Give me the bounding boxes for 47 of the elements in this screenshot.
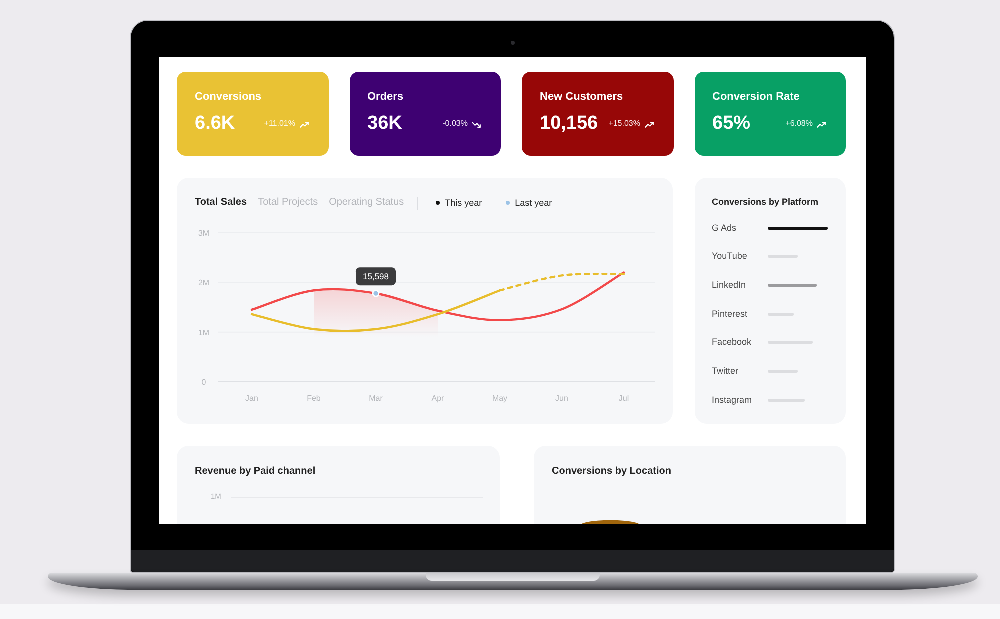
axis-label: Mar xyxy=(369,394,383,403)
axis-label: 1M xyxy=(198,328,210,338)
stat-value: 10,156 xyxy=(540,113,598,135)
platform-label: Pinterest xyxy=(712,308,749,320)
annotation: 15,598 xyxy=(363,272,390,282)
legend-label: Last year xyxy=(515,198,552,208)
trend-up-icon xyxy=(644,120,654,128)
axis-label: Jan xyxy=(246,394,258,403)
stat-title: Orders xyxy=(368,91,405,103)
platform-label: Twitter xyxy=(712,366,740,377)
axis-label: 2M xyxy=(198,278,210,288)
stat-change: +6.08% xyxy=(786,119,813,129)
platform-label: Instagram xyxy=(712,394,754,406)
platform-label: G Ads xyxy=(712,222,738,234)
stat-title: New Customers xyxy=(540,91,624,103)
axis-label: May xyxy=(492,394,508,403)
platform-label: YouTube xyxy=(712,251,748,262)
card-title: Revenue by Paid channel xyxy=(195,466,317,477)
stat-change: +11.01% xyxy=(264,119,296,129)
stat-title: Conversions xyxy=(195,91,263,103)
stat-change: +15.03% xyxy=(608,119,640,129)
axis-label: 0 xyxy=(202,378,206,387)
point-marker-icon xyxy=(372,290,380,298)
tab[interactable]: Total Sales xyxy=(195,197,248,209)
platform-label: Facebook xyxy=(712,337,753,348)
stat-value: 6.6K xyxy=(195,113,236,135)
axis-label: 3M xyxy=(198,229,210,238)
card-title: Conversions by Location xyxy=(552,466,672,477)
card-title: Conversions by Platform xyxy=(712,197,820,208)
axis-label: Apr xyxy=(432,394,444,403)
stat-value: 36K xyxy=(368,113,402,135)
tab[interactable]: Total Projects xyxy=(258,197,318,209)
trend-up-icon xyxy=(817,120,826,128)
camera-icon xyxy=(510,41,514,45)
axis-label: Feb xyxy=(307,394,321,403)
axis-label: Jul xyxy=(618,394,630,403)
stat-title: Conversion Rate xyxy=(712,91,801,103)
platform-label: LinkedIn xyxy=(712,280,748,291)
tab[interactable]: Operating Status xyxy=(329,197,404,209)
legend-label: This year xyxy=(445,198,482,208)
trend-up-icon xyxy=(300,120,308,128)
axis-label: Jun xyxy=(556,394,568,403)
tooltip: 15,598 xyxy=(356,268,396,286)
stat-change: -0.03% xyxy=(442,119,468,129)
trend-down-icon xyxy=(472,120,481,128)
stat-value: 65% xyxy=(712,113,751,135)
donut-segment xyxy=(582,519,639,524)
